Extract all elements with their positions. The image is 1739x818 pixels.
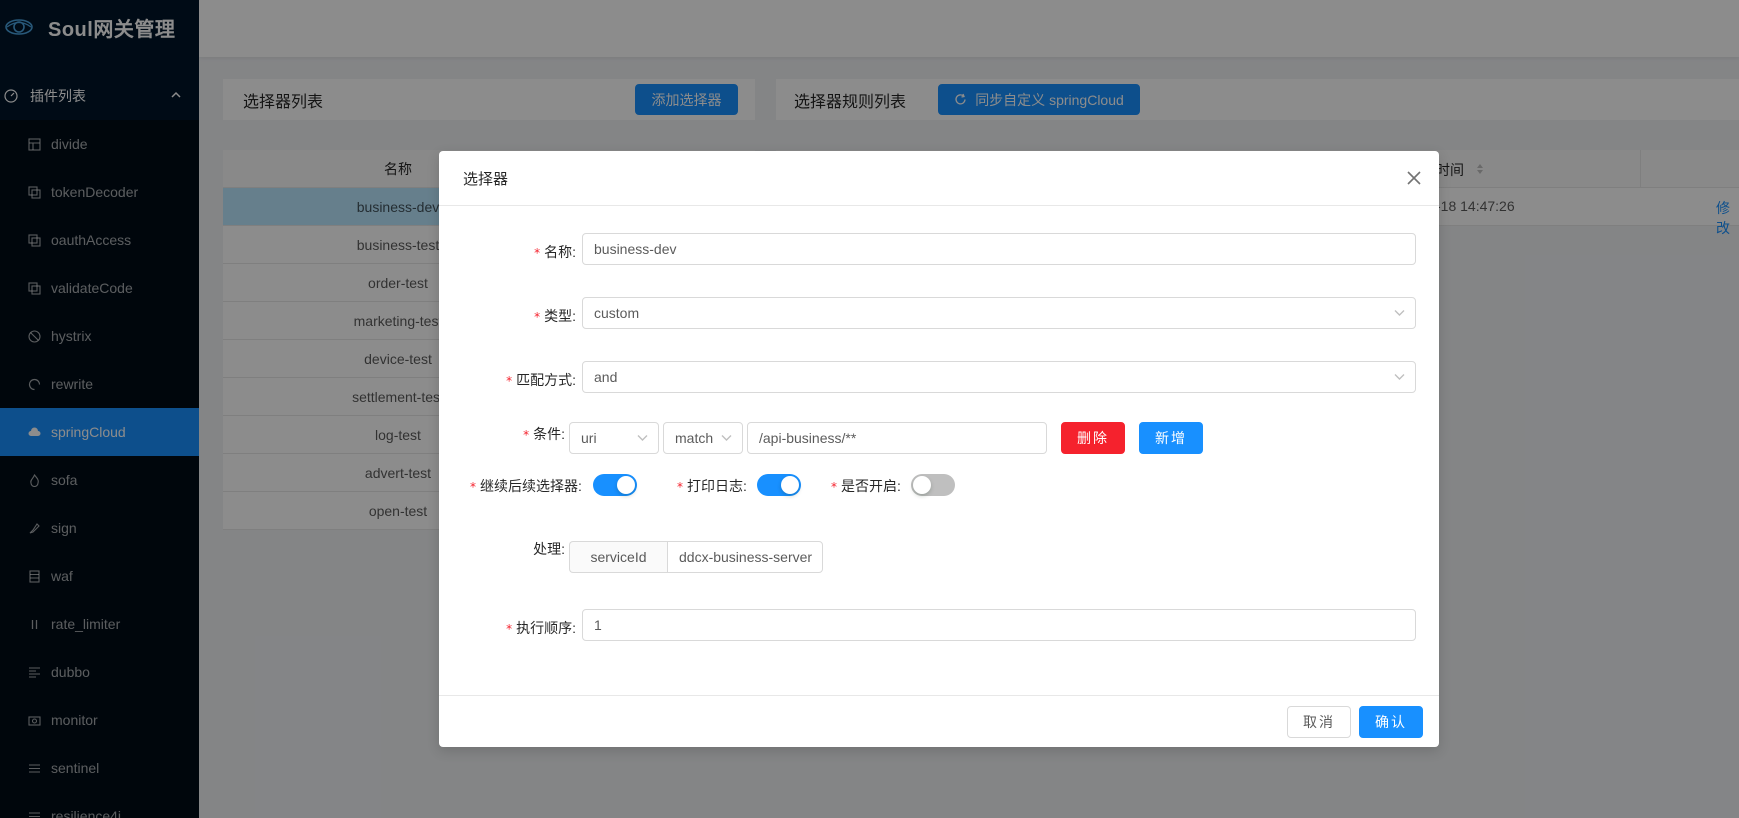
condition-label: * 条件: [523, 426, 565, 442]
switch-knob [913, 476, 931, 494]
condition-param-select[interactable]: uri [569, 422, 659, 454]
type-select-value: custom [594, 305, 640, 321]
name-input[interactable]: business-dev [582, 233, 1416, 265]
match-mode-label: * 匹配方式: [506, 372, 576, 388]
handle-key-addon: serviceId [569, 541, 667, 573]
enabled-switch[interactable] [911, 474, 955, 496]
condition-param-value: uri [581, 430, 597, 446]
handle-label: 处理: [533, 541, 565, 557]
sort-label: * 执行顺序: [506, 620, 576, 636]
log-switch[interactable] [757, 474, 801, 496]
chevron-down-icon [1394, 374, 1405, 380]
handle-value-input[interactable]: ddcx-business-server [667, 541, 823, 573]
confirm-button[interactable]: 确认 [1359, 706, 1423, 738]
type-label: * 类型: [534, 308, 576, 324]
condition-operator-value: match [675, 430, 714, 446]
condition-value-input[interactable]: /api-business/** [747, 422, 1047, 454]
sort-input[interactable]: 1 [582, 609, 1416, 641]
modal-header: 选择器 [439, 151, 1439, 206]
type-select[interactable]: custom [582, 297, 1416, 329]
log-label: * 打印日志: [677, 478, 747, 494]
enabled-label: * 是否开启: [831, 478, 901, 494]
selector-modal: 选择器 * 名称: business-dev * 类型: custom * 匹配方式:… [439, 151, 1439, 747]
match-mode-value: and [594, 369, 618, 385]
cancel-button[interactable]: 取消 [1287, 706, 1351, 738]
switch-knob [617, 476, 635, 494]
match-mode-select[interactable]: and [582, 361, 1416, 393]
modal-title: 选择器 [463, 170, 509, 188]
chevron-down-icon [721, 435, 732, 441]
chevron-down-icon [637, 435, 648, 441]
switch-knob [781, 476, 799, 494]
name-label: * 名称: [534, 244, 576, 260]
handle-input-group: serviceId ddcx-business-server [569, 541, 823, 573]
close-icon[interactable] [1405, 169, 1423, 187]
modal-footer: 取消 确认 [439, 695, 1439, 747]
delete-condition-button[interactable]: 删除 [1061, 422, 1125, 454]
condition-operator-select[interactable]: match [663, 422, 743, 454]
continued-switch[interactable] [593, 474, 637, 496]
chevron-down-icon [1394, 310, 1405, 316]
add-condition-button[interactable]: 新增 [1139, 422, 1203, 454]
continued-label: * 继续后续选择器: [470, 478, 582, 494]
